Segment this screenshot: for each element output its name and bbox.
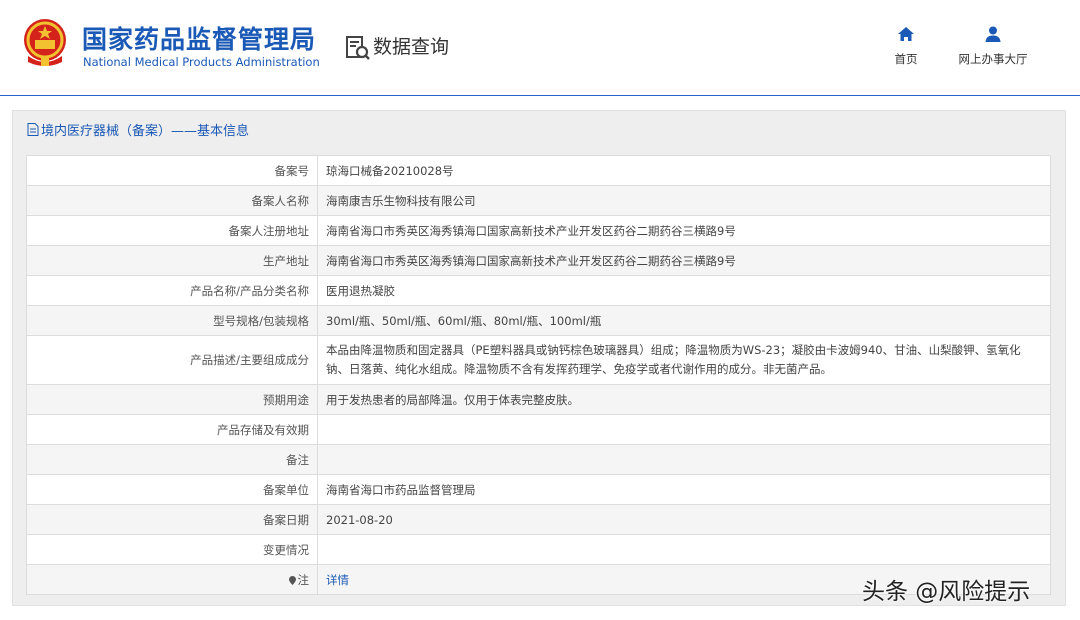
row-value <box>317 444 1051 475</box>
table-row: 生产地址 海南省海口市秀英区海秀镇海口国家高新技术产业开发区药谷二期药谷三横路9… <box>26 245 1051 276</box>
row-value: 海南省海口市药品监督管理局 <box>317 474 1051 505</box>
table-row: 备案人注册地址 海南省海口市秀英区海秀镇海口国家高新技术产业开发区药谷二期药谷三… <box>26 215 1051 246</box>
site-header: 国家药品监督管理局 National Medical Products Admi… <box>0 0 1080 95</box>
table-row: 备案人名称 海南康吉乐生物科技有限公司 <box>26 185 1051 216</box>
row-value: 海南康吉乐生物科技有限公司 <box>317 185 1051 216</box>
watermark-text: 头条 @风险提示 <box>862 579 1031 605</box>
nav-home-label: 首页 <box>894 52 918 66</box>
org-name-en: National Medical Products Administration <box>83 55 320 69</box>
row-value: 海南省海口市秀英区海秀镇海口国家高新技术产业开发区药谷二期药谷三横路9号 <box>317 215 1051 246</box>
panel-title: 境内医疗器械（备案）——基本信息 <box>27 120 249 139</box>
table-row: 产品名称/产品分类名称 医用退热凝胶 <box>26 275 1051 306</box>
table-row: 预期用途 用于发热患者的局部降温。仅用于体表完整皮肤。 <box>26 384 1051 415</box>
table-row: 产品描述/主要组成成分 本品由降温物质和固定器具（PE塑料器具或钠钙棕色玻璃器具… <box>26 335 1051 385</box>
table-row: 产品存储及有效期 <box>26 414 1051 445</box>
row-value: 琼海口械备20210028号 <box>317 155 1051 186</box>
note-key-label: 注 <box>297 572 310 587</box>
national-emblem-icon <box>24 19 66 66</box>
table-row: 备案单位 海南省海口市药品监督管理局 <box>26 474 1051 505</box>
table-row: 备案日期 2021-08-20 <box>26 504 1051 535</box>
row-key: 产品名称/产品分类名称 <box>26 275 318 306</box>
org-name-cn: 国家药品监督管理局 <box>82 25 317 54</box>
row-key: 预期用途 <box>26 384 318 415</box>
record-panel: 境内医疗器械（备案）——基本信息 备案号 琼海口械备20210028号 备案人名… <box>12 110 1066 606</box>
table-row: 变更情况 <box>26 534 1051 565</box>
row-key: 备注 <box>26 444 318 475</box>
row-key: 备案人名称 <box>26 185 318 216</box>
row-value <box>317 534 1051 565</box>
row-value: 本品由降温物质和固定器具（PE塑料器具或钠钙棕色玻璃器具）组成；降温物质为WS-… <box>317 335 1051 385</box>
row-value: 用于发热患者的局部降温。仅用于体表完整皮肤。 <box>317 384 1051 415</box>
row-value <box>317 414 1051 445</box>
row-value: 海南省海口市秀英区海秀镇海口国家高新技术产业开发区药谷二期药谷三横路9号 <box>317 245 1051 276</box>
row-key: 变更情况 <box>26 534 318 565</box>
table-row: 型号规格/包装规格 30ml/瓶、50ml/瓶、60ml/瓶、80ml/瓶、10… <box>26 305 1051 336</box>
search-document-icon <box>346 36 370 60</box>
row-key: 生产地址 <box>26 245 318 276</box>
row-key: 备案单位 <box>26 474 318 505</box>
user-icon <box>985 26 1001 42</box>
row-key: 备案号 <box>26 155 318 186</box>
details-link[interactable]: 详情 <box>326 573 349 587</box>
nav-online-hall-label: 网上办事大厅 <box>958 52 1028 66</box>
header-divider <box>0 95 1080 96</box>
row-key: 备案人注册地址 <box>26 215 318 246</box>
table-row: 备案号 琼海口械备20210028号 <box>26 155 1051 186</box>
document-icon <box>27 123 39 136</box>
row-key: 产品描述/主要组成成分 <box>26 335 318 385</box>
row-value: 医用退热凝胶 <box>317 275 1051 306</box>
table-row: 备注 <box>26 444 1051 475</box>
row-value: 2021-08-20 <box>317 504 1051 535</box>
nav-online-hall-link[interactable]: 网上办事大厅 <box>950 25 1036 67</box>
home-icon <box>898 27 914 41</box>
row-key: 型号规格/包装规格 <box>26 305 318 336</box>
location-pin-icon <box>288 575 296 585</box>
row-value: 30ml/瓶、50ml/瓶、60ml/瓶、80ml/瓶、100ml/瓶 <box>317 305 1051 336</box>
row-key: 备案日期 <box>26 504 318 535</box>
nav-home-link[interactable]: 首页 <box>888 25 924 67</box>
section-title: 数据查询 <box>373 36 450 58</box>
record-table: 备案号 琼海口械备20210028号 备案人名称 海南康吉乐生物科技有限公司 备… <box>26 155 1051 595</box>
row-key-note: 注 <box>26 564 318 595</box>
row-key: 产品存储及有效期 <box>26 414 318 445</box>
panel-title-text: 境内医疗器械（备案）——基本信息 <box>41 124 250 139</box>
